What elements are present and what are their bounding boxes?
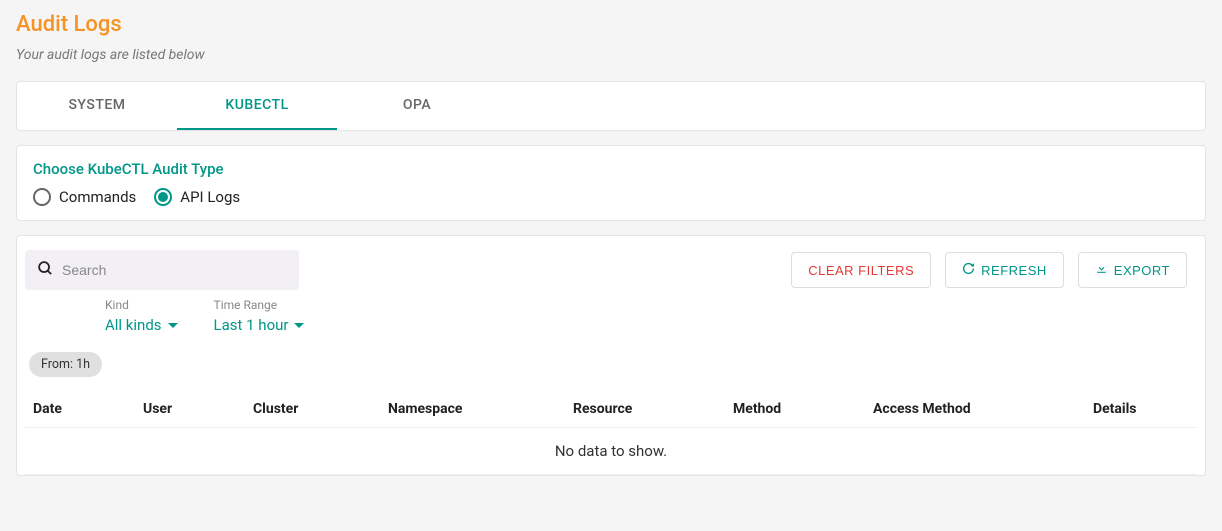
search-icon (37, 260, 54, 281)
export-button[interactable]: EXPORT (1078, 252, 1187, 288)
filter-kind-value: All kinds (105, 316, 162, 334)
download-icon (1095, 262, 1108, 278)
export-label: EXPORT (1114, 263, 1170, 278)
th-method: Method (733, 401, 873, 417)
refresh-label: REFRESH (981, 263, 1047, 278)
table-header: Date User Cluster Namespace Resource Met… (25, 391, 1197, 428)
tab-kubectl[interactable]: KUBECTL (177, 82, 337, 130)
page-title: Audit Logs (16, 12, 1206, 37)
audit-type-title: Choose KubeCTL Audit Type (33, 160, 1189, 178)
radio-api-logs[interactable]: API Logs (154, 188, 240, 206)
audit-type-radio-group: Commands API Logs (33, 188, 1189, 206)
filter-chips: From: 1h (25, 352, 1197, 377)
th-user: User (143, 401, 253, 417)
th-details: Details (1093, 401, 1189, 417)
radio-api-logs-label: API Logs (180, 188, 240, 206)
filters-top-row: CLEAR FILTERS REFRESH EX (25, 250, 1197, 290)
tabs-bar: SYSTEM KUBECTL OPA (17, 82, 1205, 130)
action-buttons: CLEAR FILTERS REFRESH EX (791, 252, 1197, 288)
th-access-method: Access Method (873, 401, 1093, 417)
th-cluster: Cluster (253, 401, 388, 417)
filters-card: CLEAR FILTERS REFRESH EX (16, 235, 1206, 476)
radio-commands[interactable]: Commands (33, 188, 136, 206)
filter-selects: Kind All kinds Time Range Last 1 hour (25, 298, 1197, 334)
tab-system[interactable]: SYSTEM (17, 82, 177, 130)
radio-circle-icon (154, 188, 172, 206)
radio-dot-icon (158, 192, 168, 202)
filter-kind-select[interactable]: All kinds (105, 316, 178, 334)
refresh-icon (962, 262, 975, 278)
filter-time-range: Time Range Last 1 hour (214, 298, 305, 334)
audit-type-card: Choose KubeCTL Audit Type Commands API L… (16, 145, 1206, 221)
table-empty-row: No data to show. (25, 428, 1197, 475)
th-namespace: Namespace (388, 401, 573, 417)
filter-time-select[interactable]: Last 1 hour (214, 316, 305, 334)
chevron-down-icon (294, 323, 304, 328)
tab-opa[interactable]: OPA (337, 82, 497, 130)
filter-kind-label: Kind (105, 298, 178, 312)
chevron-down-icon (168, 323, 178, 328)
radio-commands-label: Commands (59, 188, 136, 206)
search-input[interactable] (62, 262, 287, 278)
tabs-card: SYSTEM KUBECTL OPA (16, 81, 1206, 131)
radio-circle-icon (33, 188, 51, 206)
chip-from[interactable]: From: 1h (29, 352, 102, 377)
filter-time-label: Time Range (214, 298, 305, 312)
refresh-button[interactable]: REFRESH (945, 252, 1064, 288)
th-date: Date (33, 401, 143, 417)
th-resource: Resource (573, 401, 733, 417)
filter-kind: Kind All kinds (105, 298, 178, 334)
clear-filters-label: CLEAR FILTERS (808, 263, 914, 278)
page-subtitle: Your audit logs are listed below (16, 47, 1206, 63)
search-wrap[interactable] (25, 250, 299, 290)
filter-time-value: Last 1 hour (214, 316, 289, 334)
clear-filters-button[interactable]: CLEAR FILTERS (791, 252, 931, 288)
